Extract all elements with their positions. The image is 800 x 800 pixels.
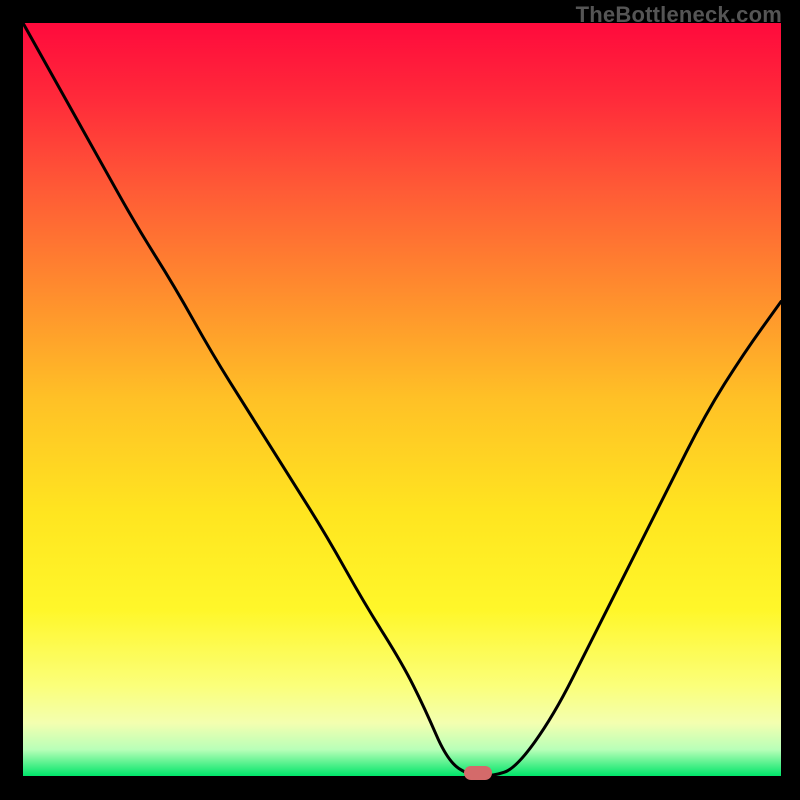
chart-svg	[23, 23, 781, 776]
optimum-marker	[464, 766, 492, 780]
chart-frame: TheBottleneck.com	[0, 0, 800, 800]
plot-area	[23, 23, 781, 776]
